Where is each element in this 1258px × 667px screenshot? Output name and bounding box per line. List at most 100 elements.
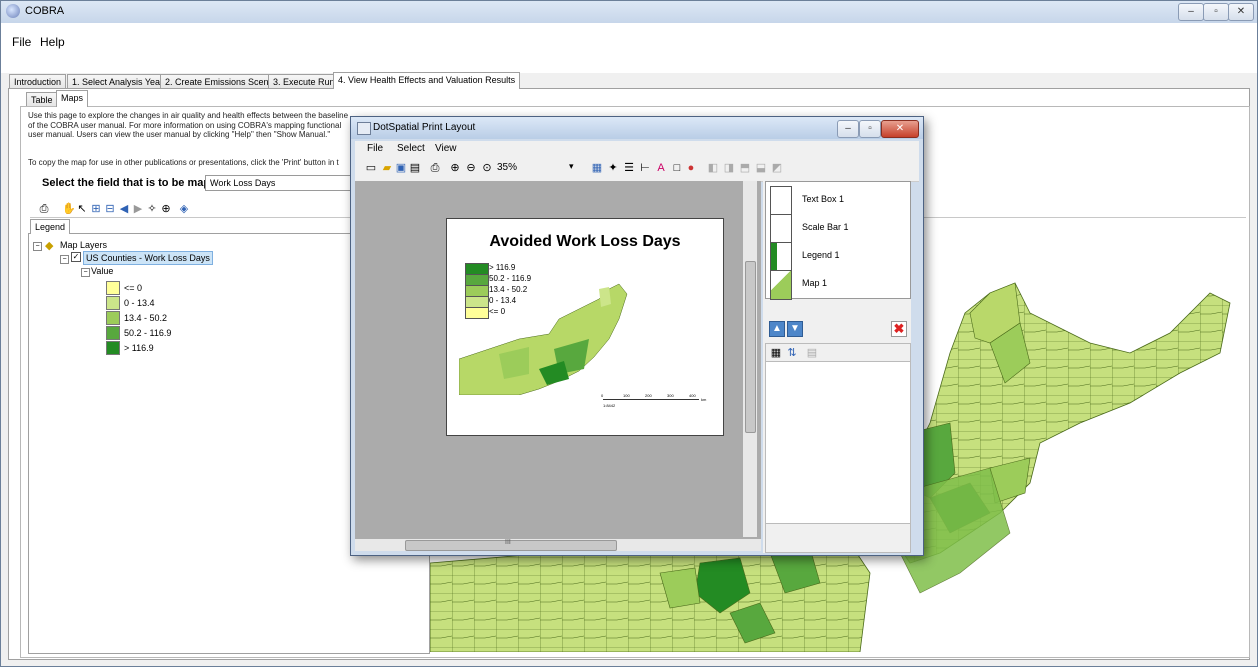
property-pages-icon[interactable]: ▤: [806, 347, 818, 359]
subtab-table[interactable]: Table: [26, 92, 58, 107]
scale-bar-icon[interactable]: ⊢: [639, 162, 651, 174]
layout-map-title[interactable]: Avoided Work Loss Days: [447, 233, 723, 251]
legend-tab[interactable]: Legend: [30, 219, 70, 234]
description-line-1: Use this page to explore the changes in …: [28, 111, 349, 120]
align-left-icon[interactable]: ◧: [707, 162, 719, 174]
tab-select-analysis-year[interactable]: 1. Select Analysis Year: [67, 74, 169, 89]
property-description: [765, 523, 911, 553]
zoom-level[interactable]: 35%: [497, 162, 517, 173]
collapse-map-layers[interactable]: −: [33, 242, 42, 251]
pan-hand-icon[interactable]: ✋: [62, 203, 76, 215]
dialog-close-button[interactable]: ✕: [881, 120, 919, 138]
tab-execute-run[interactable]: 3. Execute Run: [268, 74, 340, 89]
dialog-menu-file[interactable]: File: [367, 143, 383, 154]
class-label-gt116: > 116.9: [124, 343, 154, 353]
back-icon[interactable]: ◀: [118, 203, 130, 215]
class-swatch-le0: [106, 281, 120, 295]
align-top-icon[interactable]: ⬒: [739, 162, 751, 174]
map-thumb-icon: [770, 270, 792, 300]
move-down-button[interactable]: ▼: [787, 321, 803, 337]
vertical-scroll-thumb[interactable]: [745, 261, 756, 433]
text-box-icon[interactable]: A: [655, 162, 667, 174]
window-title: COBRA: [25, 5, 65, 17]
class-label-50-116: 50.2 - 116.9: [124, 328, 172, 338]
menu-bar: File Help: [1, 23, 1257, 73]
bitmap-icon[interactable]: ●: [685, 162, 697, 174]
canvas-horizontal-scrollbar[interactable]: III: [355, 539, 761, 551]
delete-element-button[interactable]: ✖: [891, 321, 907, 337]
class-swatch-gt116: [106, 341, 120, 355]
dialog-menu-bar: File Select View: [355, 141, 919, 157]
new-layout-icon[interactable]: ▭: [365, 162, 377, 174]
subtab-maps[interactable]: Maps: [56, 90, 89, 107]
layer-us-counties[interactable]: US Counties - Work Loss Days: [83, 251, 213, 265]
scale-tick-300: 300: [667, 393, 674, 398]
open-layout-icon[interactable]: ▰: [381, 162, 393, 174]
horizontal-scroll-thumb[interactable]: [405, 540, 617, 551]
print-layout-print-icon[interactable]: ⎙: [429, 162, 441, 174]
element-label-legend: Legend 1: [802, 250, 840, 260]
minimize-button[interactable]: –: [1178, 3, 1204, 21]
fit-icon[interactable]: ◩: [771, 162, 783, 174]
canvas-vertical-scrollbar[interactable]: [743, 181, 757, 537]
rectangle-icon[interactable]: □: [671, 162, 683, 174]
alphabetical-sort-icon[interactable]: ⇅: [786, 347, 798, 359]
dialog-maximize-button[interactable]: ▫: [859, 120, 881, 138]
layers-icon: ◆: [45, 240, 54, 252]
insert-map-icon[interactable]: ▦: [591, 162, 603, 174]
scroll-grip-glyph: III: [505, 539, 511, 546]
layout-legend-label-1: > 116.9: [489, 263, 516, 272]
zoom-in-layout-icon[interactable]: ⊕: [449, 162, 461, 174]
layout-page[interactable]: Avoided Work Loss Days > 116.9 50.2 - 11…: [446, 218, 724, 436]
dialog-title: DotSpatial Print Layout: [373, 122, 476, 133]
select-arrow-icon[interactable]: ↖: [76, 203, 88, 215]
property-toolbar: ▦ ⇅ ▤: [765, 343, 911, 363]
move-up-button[interactable]: ▲: [769, 321, 785, 337]
map-layers-root[interactable]: Map Layers: [60, 239, 107, 251]
property-grid[interactable]: [765, 361, 911, 525]
field-select-dropdown[interactable]: Work Loss Days: [205, 175, 361, 191]
maximize-button[interactable]: ▫: [1203, 3, 1229, 21]
align-right-icon[interactable]: ◨: [723, 162, 735, 174]
scale-unit: km: [701, 397, 707, 402]
add-layer-icon[interactable]: ◈: [178, 203, 190, 215]
tab-introduction[interactable]: Introduction: [9, 74, 67, 89]
print-icon[interactable]: ⎙: [38, 203, 50, 215]
map-toolbar: ⎙ ✋ ↖ ⊞ ⊟ ◀ ▶ ✧ ⊕ ◈: [28, 203, 350, 217]
element-map-1[interactable]: Map 1: [768, 268, 912, 302]
dialog-menu-view[interactable]: View: [435, 143, 457, 154]
scale-tick-100: 100: [623, 393, 630, 398]
collapse-layer[interactable]: −: [60, 255, 69, 264]
zoom-out-layout-icon[interactable]: ⊖: [465, 162, 477, 174]
class-swatch-13-50: [106, 311, 120, 325]
menu-file[interactable]: File: [12, 35, 31, 49]
dialog-toolbar: ▭ ▰ ▣ ▤ ⎙ ⊕ ⊖ ⊙ 35% ▾ ▦ ✦ ☰ ⊢ A □ ● ◧ ◨ …: [355, 157, 919, 182]
print-instruction: To copy the map for use in other publica…: [28, 158, 339, 167]
dialog-menu-select[interactable]: Select: [397, 143, 425, 154]
collapse-value[interactable]: −: [81, 268, 90, 277]
menu-help[interactable]: Help: [40, 35, 65, 49]
north-arrow-icon[interactable]: ✦: [607, 162, 619, 174]
identify-icon[interactable]: ✧: [146, 203, 158, 215]
dialog-title-bar: DotSpatial Print Layout – ▫ ✕: [351, 117, 923, 139]
zoom-dropdown-icon[interactable]: ▾: [569, 161, 574, 172]
close-button[interactable]: ✕: [1228, 3, 1254, 21]
tab-view-health-effects[interactable]: 4. View Health Effects and Valuation Res…: [333, 72, 521, 89]
forward-icon[interactable]: ▶: [132, 203, 144, 215]
scale-ratio: 1:8442: [603, 403, 616, 408]
class-label-13-50: 13.4 - 50.2: [124, 313, 168, 323]
dialog-minimize-button[interactable]: –: [837, 120, 859, 138]
layout-map-frame[interactable]: [459, 279, 629, 395]
save-icon[interactable]: ▣: [395, 162, 407, 174]
class-label-le0: <= 0: [124, 283, 143, 293]
full-extent-icon[interactable]: ⊕: [160, 203, 172, 215]
save-as-icon[interactable]: ▤: [409, 162, 421, 174]
layer-visibility-checkbox[interactable]: ✓: [71, 252, 81, 262]
zoom-full-icon[interactable]: ⊙: [481, 162, 493, 174]
zoom-out-icon[interactable]: ⊟: [104, 203, 116, 215]
align-bottom-icon[interactable]: ⬓: [755, 162, 767, 174]
zoom-in-icon[interactable]: ⊞: [90, 203, 102, 215]
legend-insert-icon[interactable]: ☰: [623, 162, 635, 174]
description-text: Use this page to explore the changes in …: [28, 111, 348, 140]
categorized-icon[interactable]: ▦: [770, 347, 782, 359]
